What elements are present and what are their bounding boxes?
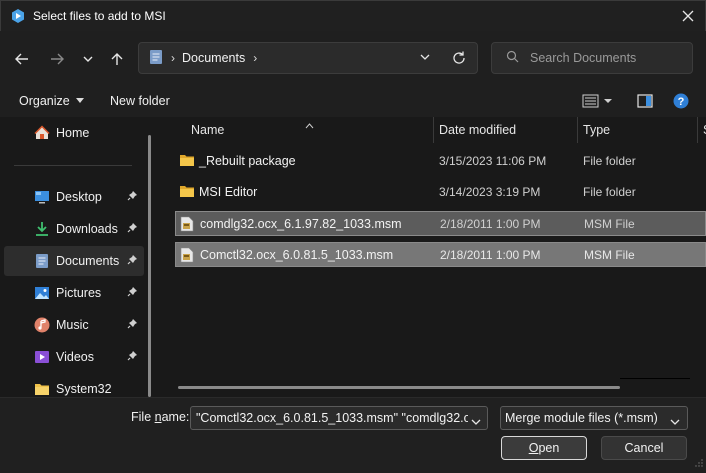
home-icon [34, 125, 50, 141]
recent-locations-chevron-icon[interactable] [77, 48, 99, 70]
sidebar-item-desktop[interactable]: Desktop [4, 182, 144, 212]
pictures-icon [34, 285, 50, 301]
window-title: Select files to add to MSI [33, 9, 166, 23]
horizontal-scrollbar[interactable] [178, 386, 620, 389]
preview-pane-icon[interactable] [637, 93, 653, 112]
folder-icon [179, 153, 195, 169]
column-divider[interactable] [577, 117, 578, 143]
sidebar-item-pictures[interactable]: Pictures [4, 278, 144, 308]
folder-icon [34, 381, 50, 397]
file-date: 2/18/2011 1:00 PM [440, 248, 541, 262]
file-type: MSM File [584, 248, 635, 262]
file-type: File folder [583, 185, 636, 199]
file-name: _Rebuilt package [199, 154, 296, 168]
music-icon [34, 317, 50, 333]
column-type[interactable]: Type [583, 123, 610, 137]
folder-icon [179, 184, 195, 200]
file-row[interactable]: _Rebuilt package 3/15/2023 11:06 PM File… [175, 149, 706, 174]
documents-icon [34, 253, 50, 269]
file-name-label: File name: [131, 410, 190, 424]
file-row[interactable]: MSI Editor 3/14/2023 3:19 PM File folder [175, 180, 706, 205]
videos-icon [34, 349, 50, 365]
search-box[interactable]: Search Documents [491, 42, 693, 74]
column-header-row: Name Date modified Type S [160, 117, 706, 143]
navigation-pane[interactable]: Home Desktop Downloads Documents Picture… [0, 117, 160, 397]
organize-button[interactable]: Organize [19, 94, 84, 108]
file-name: comdlg32.ocx_6.1.97.82_1033.msm [200, 217, 402, 231]
sidebar-scrollbar[interactable] [148, 135, 151, 397]
svg-text:?: ? [678, 96, 685, 108]
resize-grip-icon[interactable] [695, 456, 703, 470]
chevron-down-icon[interactable] [471, 415, 481, 429]
dialog-footer: File name: "Comctl32.ocx_6.0.81.5_1033.m… [0, 397, 706, 473]
column-date-modified[interactable]: Date modified [439, 123, 516, 137]
msm-file-icon [180, 216, 196, 232]
up-arrow-icon[interactable] [106, 48, 128, 70]
pin-icon[interactable] [127, 190, 138, 204]
sidebar-item-system32[interactable]: System32 [4, 374, 144, 397]
sidebar-divider [14, 165, 132, 166]
refresh-icon[interactable] [451, 50, 467, 69]
desktop-icon [34, 189, 50, 205]
file-type-filter-select[interactable]: Merge module files (*.msm) [500, 406, 688, 430]
back-arrow-icon[interactable] [11, 48, 33, 70]
file-date: 3/15/2023 11:06 PM [439, 154, 547, 168]
column-divider[interactable] [697, 117, 698, 143]
address-bar[interactable]: › Documents › [138, 42, 478, 74]
view-options-icon[interactable] [582, 93, 612, 112]
sidebar-item-home[interactable]: Home [4, 118, 144, 148]
file-row-selected[interactable]: comdlg32.ocx_6.1.97.82_1033.msm 2/18/201… [175, 211, 706, 236]
sort-ascending-icon [305, 118, 314, 132]
new-folder-button[interactable]: New folder [110, 94, 170, 108]
document-icon [149, 49, 163, 68]
close-icon[interactable] [679, 7, 697, 25]
file-row-selected[interactable]: Comctl32.ocx_6.0.81.5_1033.msm 2/18/2011… [175, 242, 706, 267]
breadcrumb-chevron-icon[interactable]: › [171, 51, 175, 65]
pin-icon[interactable] [127, 222, 138, 236]
pin-icon[interactable] [127, 318, 138, 332]
address-dropdown-chevron-icon[interactable] [419, 51, 431, 66]
file-type: MSM File [584, 217, 635, 231]
chevron-down-icon[interactable] [670, 415, 680, 429]
search-icon [506, 50, 519, 66]
forward-arrow-icon[interactable] [46, 48, 68, 70]
breadcrumb-documents[interactable]: Documents [182, 51, 245, 65]
pin-icon[interactable] [127, 286, 138, 300]
title-bar: Select files to add to MSI [0, 0, 706, 31]
file-name: MSI Editor [199, 185, 258, 199]
open-button[interactable]: Open [501, 436, 587, 460]
pin-icon[interactable] [127, 350, 138, 364]
downloads-icon [34, 221, 50, 237]
file-list[interactable]: Name Date modified Type S _Rebuilt packa… [160, 117, 706, 397]
column-divider[interactable] [433, 117, 434, 143]
sidebar-item-documents[interactable]: Documents [4, 246, 144, 276]
scrollbar-track [620, 378, 690, 379]
msm-file-icon [180, 247, 196, 263]
breadcrumb-chevron-icon[interactable]: › [253, 51, 257, 65]
navigation-bar: › Documents › Search Documents [0, 31, 706, 85]
help-icon[interactable]: ? [673, 93, 689, 112]
chevron-down-icon [75, 98, 84, 103]
command-bar: Organize New folder ? [0, 85, 706, 117]
file-name-input[interactable]: "Comctl32.ocx_6.0.81.5_1033.msm" "comdlg… [190, 406, 488, 430]
pin-icon[interactable] [127, 254, 138, 268]
cancel-button[interactable]: Cancel [601, 436, 687, 460]
column-name[interactable]: Name [191, 123, 224, 137]
sidebar-item-music[interactable]: Music [4, 310, 144, 340]
file-date: 3/14/2023 3:19 PM [439, 185, 541, 199]
search-placeholder[interactable]: Search Documents [530, 51, 636, 65]
file-name: Comctl32.ocx_6.0.81.5_1033.msm [200, 248, 394, 262]
sidebar-item-videos[interactable]: Videos [4, 342, 144, 372]
app-icon [10, 8, 26, 24]
file-date: 2/18/2011 1:00 PM [440, 217, 541, 231]
sidebar-item-downloads[interactable]: Downloads [4, 214, 144, 244]
file-type: File folder [583, 154, 636, 168]
